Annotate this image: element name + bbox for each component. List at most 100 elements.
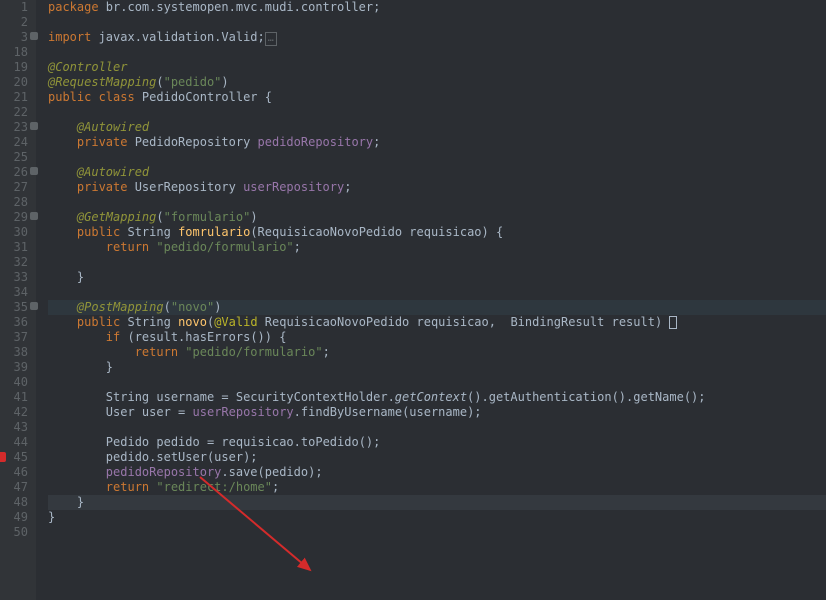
code-line[interactable]: Pedido pedido = requisicao.toPedido(); bbox=[48, 435, 826, 450]
token-kw: private bbox=[77, 135, 135, 149]
token-kw: package bbox=[48, 0, 99, 14]
line-number: 44 bbox=[0, 435, 28, 450]
line-number: 37 bbox=[0, 330, 28, 345]
token-punc: ( bbox=[156, 210, 163, 224]
fold-marker-icon[interactable] bbox=[30, 32, 38, 40]
code-line[interactable] bbox=[48, 285, 826, 300]
token-punc: ; bbox=[294, 240, 301, 254]
token-punc: (); bbox=[684, 390, 706, 404]
code-line[interactable] bbox=[48, 45, 826, 60]
error-marker-icon bbox=[0, 452, 6, 462]
code-line[interactable]: } bbox=[48, 360, 826, 375]
token-static-call: getContext bbox=[395, 390, 467, 404]
fold-marker-icon[interactable] bbox=[30, 167, 38, 175]
code-line[interactable]: public String novo(@Valid RequisicaoNovo… bbox=[48, 315, 826, 330]
token-cls-def: PedidoController bbox=[142, 90, 258, 104]
token-punc: ) bbox=[214, 300, 221, 314]
code-line[interactable]: @Autowired bbox=[48, 120, 826, 135]
fold-marker-icon[interactable] bbox=[30, 212, 38, 220]
line-gutter: 1231819202122232425262728293031323334353… bbox=[0, 0, 36, 600]
token-punc: ) bbox=[221, 75, 228, 89]
code-line[interactable] bbox=[48, 420, 826, 435]
token-anno-it: @GetMapping bbox=[77, 210, 156, 224]
code-line[interactable]: } bbox=[48, 270, 826, 285]
code-line[interactable]: private PedidoRepository pedidoRepositor… bbox=[48, 135, 826, 150]
line-number: 32 bbox=[0, 255, 28, 270]
code-line[interactable] bbox=[48, 150, 826, 165]
token-punc: ( bbox=[164, 300, 171, 314]
line-number: 2 bbox=[0, 15, 28, 30]
token-field: userRepository bbox=[193, 405, 294, 419]
code-line[interactable] bbox=[48, 15, 826, 30]
code-line[interactable]: } bbox=[48, 495, 826, 510]
token-punc: (pedido); bbox=[258, 465, 323, 479]
code-line[interactable]: pedido.setUser(user); bbox=[48, 450, 826, 465]
token-str: "novo" bbox=[171, 300, 214, 314]
token-type: String bbox=[127, 315, 178, 329]
code-line[interactable]: return "pedido/formulario"; bbox=[48, 240, 826, 255]
token-type: User bbox=[106, 405, 142, 419]
token-kw: import bbox=[48, 30, 91, 44]
code-editor[interactable]: 1231819202122232425262728293031323334353… bbox=[0, 0, 826, 600]
token-type: RequisicaoNovoPedido bbox=[258, 225, 410, 239]
code-line[interactable]: return "pedido/formulario"; bbox=[48, 345, 826, 360]
code-line[interactable]: } bbox=[48, 510, 826, 525]
code-area[interactable]: package br.com.systemopen.mvc.mudi.contr… bbox=[36, 0, 826, 600]
token-param: result bbox=[612, 315, 655, 329]
code-line[interactable]: @Autowired bbox=[48, 165, 826, 180]
folded-indicator-icon[interactable]: … bbox=[265, 32, 277, 46]
code-line[interactable]: @PostMapping("novo") bbox=[48, 300, 826, 315]
token-punc: . bbox=[294, 405, 301, 419]
token-str: "redirect:/home" bbox=[156, 480, 272, 494]
token-punc: . bbox=[221, 465, 228, 479]
code-line[interactable]: @Controller bbox=[48, 60, 826, 75]
line-number: 47 bbox=[0, 480, 28, 495]
code-line[interactable]: if (result.hasErrors()) { bbox=[48, 330, 826, 345]
token-punc: ; bbox=[344, 180, 351, 194]
token-type: RequisicaoNovoPedido bbox=[265, 315, 417, 329]
token-anno-it: @PostMapping bbox=[77, 300, 164, 314]
token-pkg: br.com.systemopen.mvc.mudi.controller bbox=[99, 0, 374, 14]
token-punc: pedido. bbox=[106, 450, 157, 464]
code-line[interactable] bbox=[48, 255, 826, 270]
code-line[interactable]: import javax.validation.Valid;… bbox=[48, 30, 826, 45]
code-line[interactable]: pedidoRepository.save(pedido); bbox=[48, 465, 826, 480]
token-punc: } bbox=[77, 495, 84, 509]
token-punc: , bbox=[489, 315, 511, 329]
token-var: user bbox=[142, 405, 171, 419]
code-line[interactable] bbox=[48, 375, 826, 390]
line-number: 50 bbox=[0, 525, 28, 540]
code-line[interactable]: @GetMapping("formulario") bbox=[48, 210, 826, 225]
code-line[interactable]: User user = userRepository.findByUsernam… bbox=[48, 405, 826, 420]
line-number: 43 bbox=[0, 420, 28, 435]
token-anno-it: @Autowired bbox=[77, 165, 149, 179]
token-kw: public class bbox=[48, 90, 142, 104]
code-line[interactable]: private UserRepository userRepository; bbox=[48, 180, 826, 195]
code-line[interactable]: package br.com.systemopen.mvc.mudi.contr… bbox=[48, 0, 826, 15]
line-number: 42 bbox=[0, 405, 28, 420]
token-punc: ; bbox=[272, 480, 279, 494]
code-line[interactable]: String username = SecurityContextHolder.… bbox=[48, 390, 826, 405]
token-punc: } bbox=[106, 360, 113, 374]
code-line[interactable] bbox=[48, 195, 826, 210]
token-punc: (user); bbox=[207, 450, 258, 464]
code-line[interactable]: return "redirect:/home"; bbox=[48, 480, 826, 495]
token-field: pedidoRepository bbox=[106, 465, 222, 479]
code-line[interactable]: public String fomrulario(RequisicaoNovoP… bbox=[48, 225, 826, 240]
token-str: "formulario" bbox=[164, 210, 251, 224]
token-anno-it: @Autowired bbox=[77, 120, 149, 134]
code-line[interactable]: @RequestMapping("pedido") bbox=[48, 75, 826, 90]
code-line[interactable]: public class PedidoController { bbox=[48, 90, 826, 105]
line-number: 48 bbox=[0, 495, 28, 510]
line-number: 22 bbox=[0, 105, 28, 120]
fold-marker-icon[interactable] bbox=[30, 302, 38, 310]
token-type: String bbox=[127, 225, 178, 239]
token-type: BindingResult bbox=[510, 315, 611, 329]
token-call: setUser bbox=[156, 450, 207, 464]
code-line[interactable] bbox=[48, 105, 826, 120]
line-number: 1 bbox=[0, 0, 28, 15]
token-punc: ; bbox=[373, 135, 380, 149]
fold-marker-icon[interactable] bbox=[30, 122, 38, 130]
code-line[interactable] bbox=[48, 525, 826, 540]
token-anno-it: @RequestMapping bbox=[48, 75, 156, 89]
